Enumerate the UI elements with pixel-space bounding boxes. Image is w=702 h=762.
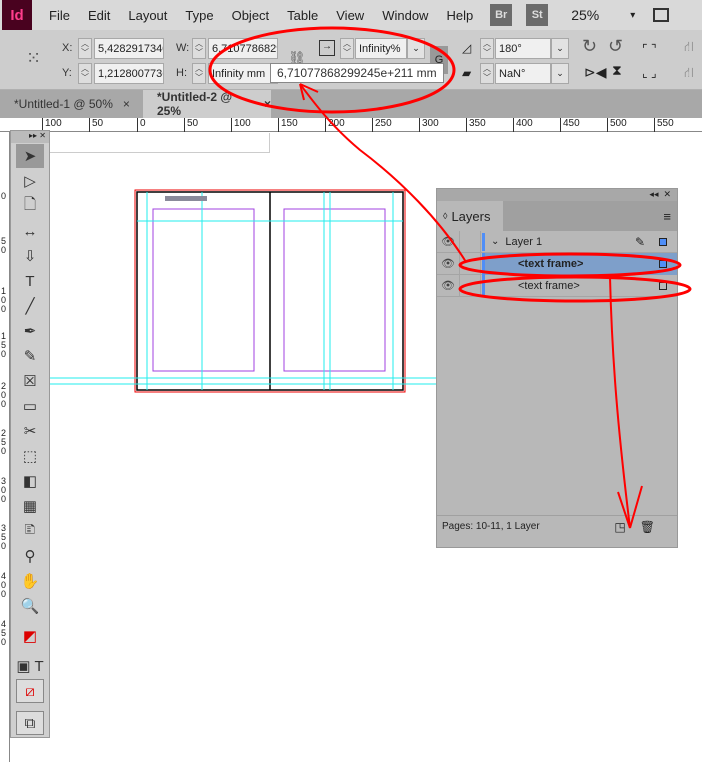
- eye-icon[interactable]: 👁: [437, 279, 459, 292]
- item-name: <text frame>: [518, 257, 584, 270]
- tab-layers[interactable]: ◊ Layers: [437, 201, 503, 231]
- trash-icon[interactable]: 🗑: [640, 520, 655, 534]
- lock-toggle[interactable]: [459, 252, 481, 275]
- gap-tool-icon[interactable]: ↔: [16, 219, 44, 243]
- gradient-feather-tool-icon[interactable]: ▦: [16, 494, 44, 518]
- type-tool-icon[interactable]: T: [16, 269, 44, 293]
- selection-square-icon[interactable]: [659, 281, 667, 290]
- panel-menu-icon[interactable]: ≡: [663, 209, 671, 224]
- layer-item-row-selected[interactable]: 👁 <text frame>: [437, 252, 677, 275]
- formatting-container-icon[interactable]: ▣ T: [16, 654, 44, 678]
- screen-mode-icon[interactable]: ⧉: [16, 711, 44, 735]
- panel-title: Layers: [451, 208, 491, 224]
- eye-icon[interactable]: 👁: [437, 257, 459, 270]
- page-tool-icon[interactable]: 🗋: [16, 194, 44, 218]
- content-collector-icon[interactable]: ⇩: [16, 244, 44, 268]
- line-tool-icon[interactable]: ╱: [16, 294, 44, 318]
- chevron-down-icon[interactable]: ⌄: [491, 236, 499, 247]
- lock-toggle[interactable]: [459, 230, 481, 253]
- toolbox: ▸▸ ✕ ➤ ▷ 🗋 ↔ ⇩ T ╱ ✒ ✎ ☒ ▭ ✂ ⬚ ◧ ▦ 🗈 ⚲ ✋…: [10, 130, 50, 738]
- pencil-tool-icon[interactable]: ✎: [16, 344, 44, 368]
- direct-selection-tool-icon[interactable]: ▷: [16, 169, 44, 193]
- note-tool-icon[interactable]: 🗈: [16, 519, 44, 543]
- new-layer-icon[interactable]: ◳: [614, 520, 625, 534]
- selection-square-icon[interactable]: [659, 237, 667, 246]
- toolbox-header[interactable]: ▸▸ ✕: [11, 131, 49, 143]
- scissors-tool-icon[interactable]: ✂: [16, 419, 44, 443]
- collapse-icon: ◊: [443, 211, 448, 221]
- item-name: <text frame>: [518, 279, 580, 292]
- layers-panel: ◂◂ ✕ ◊ Layers ≡ 👁 ⌄ Layer 1 ✎ 👁 <text fra…: [436, 188, 678, 548]
- pen-icon: ✎: [634, 234, 645, 249]
- eyedropper-tool-icon[interactable]: ⚲: [16, 544, 44, 568]
- layer-row[interactable]: 👁 ⌄ Layer 1 ✎: [437, 230, 677, 253]
- free-transform-tool-icon[interactable]: ⬚: [16, 444, 44, 468]
- tooltip: 6,71077868299245e+211 mm: [270, 63, 444, 83]
- layer-item[interactable]: <text frame>: [485, 252, 677, 275]
- selection-tool-icon[interactable]: ➤: [16, 144, 44, 168]
- zoom-tool-icon[interactable]: 🔍: [16, 594, 44, 618]
- gradient-swatch-tool-icon[interactable]: ◧: [16, 469, 44, 493]
- layers-status: Pages: 10-11, 1 Layer: [442, 521, 540, 532]
- eye-icon[interactable]: 👁: [437, 235, 459, 248]
- text-frame[interactable]: [165, 196, 207, 201]
- layer-item[interactable]: <text frame>: [485, 280, 677, 292]
- pen-tool-icon[interactable]: ✒: [16, 319, 44, 343]
- lock-toggle[interactable]: [459, 274, 481, 297]
- apply-none-icon[interactable]: ⧄: [16, 679, 44, 703]
- panel-header[interactable]: ◂◂ ✕: [437, 189, 677, 201]
- selection-square-icon[interactable]: [659, 259, 667, 268]
- fill-stroke-icon[interactable]: ◩: [16, 619, 44, 653]
- layer-item-row[interactable]: 👁 <text frame>: [437, 274, 677, 297]
- layer-name: Layer 1: [505, 235, 543, 248]
- rectangle-tool-icon[interactable]: ▭: [16, 394, 44, 418]
- hand-tool-icon[interactable]: ✋: [16, 569, 44, 593]
- rectangle-frame-tool-icon[interactable]: ☒: [16, 369, 44, 393]
- layer-color: [482, 232, 485, 251]
